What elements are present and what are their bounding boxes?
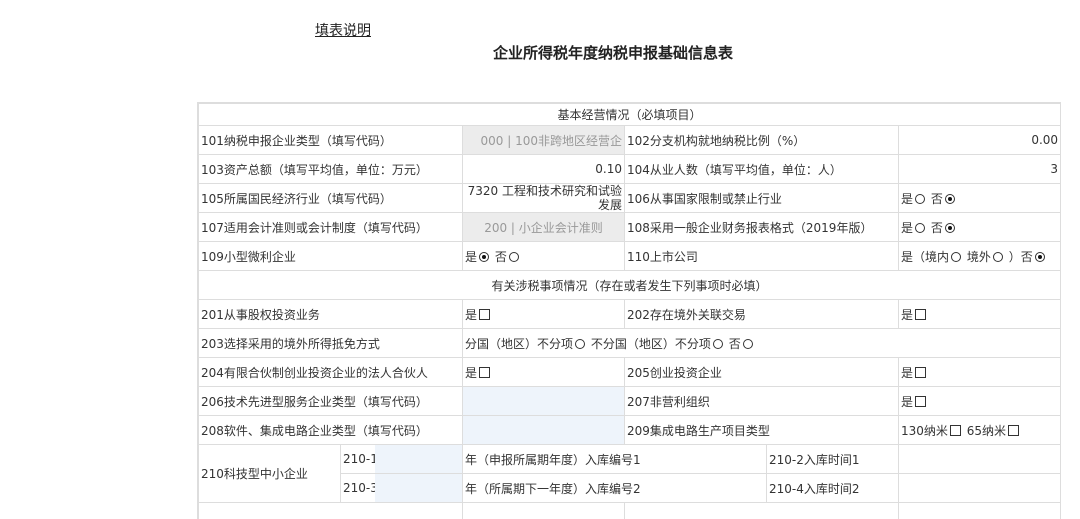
row102-label: 102分支机构就地纳税比例（%） [625,126,899,155]
row201-checkbox[interactable] [479,309,490,320]
row209-130nm-label: 130纳米 [901,424,948,438]
row108-no-label: 否 [931,221,943,235]
row210-4-label: 210-4入库时间2 [767,474,899,503]
row210-1-label: 210-1 [341,445,375,474]
row209-130nm-checkbox[interactable] [950,425,961,436]
row205-yes-label: 是 [901,366,913,380]
row106-label: 106从事国家限制或禁止行业 [625,184,899,213]
row110-domestic-radio[interactable] [951,252,961,262]
row210-1-desc: 年（申报所属期年度）入库编号1 [463,445,767,474]
row209-options: 130纳米 65纳米 [899,416,1061,445]
row110-options: 是（境内 境外 ）否 [899,242,1061,271]
row203-options: 分国（地区）不分项 不分国（地区）不分项 否 [463,329,1061,358]
row202-checkbox[interactable] [915,309,926,320]
row210-2-label: 210-2入库时间1 [767,445,899,474]
row110-domestic-label: 是（境内 [901,250,949,264]
row206-input[interactable] [463,387,625,416]
row201-options: 是 [463,300,625,329]
row109-yes-radio[interactable] [479,252,489,262]
row106-options: 是 否 [899,184,1061,213]
row109-label: 109小型微利企业 [199,242,463,271]
row208-label: 208软件、集成电路企业类型（填写代码） [199,416,463,445]
row209-label: 209集成电路生产项目类型 [625,416,899,445]
row108-label: 108采用一般企业财务报表格式（2019年版） [625,213,899,242]
section-tax-header: 有关涉税事项情况（存在或者发生下列事项时必填） [199,271,1061,300]
row209-65nm-checkbox[interactable] [1008,425,1019,436]
page: 填表说明 企业所得税年度纳税申报基础信息表 基本经营情况（必填项目） 101纳税… [0,0,1080,518]
row204-checkbox[interactable] [479,367,490,378]
row205-label: 205创业投资企业 [625,358,899,387]
row205-checkbox[interactable] [915,367,926,378]
row206-label: 206技术先进型服务企业类型（填写代码） [199,387,463,416]
row202-yes-label: 是 [901,308,913,322]
section-basic-header: 基本经营情况（必填项目） [199,104,1061,126]
row110-label: 110上市公司 [625,242,899,271]
row108-options: 是 否 [899,213,1061,242]
row105-label: 105所属国民经济行业（填写代码） [199,184,463,213]
form-title: 企业所得税年度纳税申报基础信息表 [0,42,1080,63]
row203-opt1-radio[interactable] [575,339,585,349]
row109-options: 是 否 [463,242,625,271]
row101-select[interactable]: 000 | 100非跨地区经营企 [463,126,625,155]
row109-yes-label: 是 [465,250,477,264]
row210-2-input[interactable] [899,445,1061,474]
row110-no-radio[interactable] [1035,252,1045,262]
row209-65nm-label: 65纳米 [967,424,1006,438]
row210-3-label: 210-3 [341,474,375,503]
row207-label: 207非营利组织 [625,387,899,416]
row202-label: 202存在境外关联交易 [625,300,899,329]
row203-no-radio[interactable] [743,339,753,349]
row105-select[interactable]: 7320 工程和技术研究和试验发展 [463,184,625,213]
row106-no-label: 否 [931,192,943,206]
row207-yes-label: 是 [901,395,913,409]
row203-opt2-label: 不分国（地区）不分项 [591,337,711,351]
row202-options: 是 [899,300,1061,329]
row104-input[interactable]: 3 [899,155,1061,184]
row108-yes-label: 是 [901,221,913,235]
row210-label: 210科技型中小企业 [199,445,341,503]
row104-label: 104从业人数（填写平均值，单位：人） [625,155,899,184]
row204-yes-label: 是 [465,366,477,380]
row108-no-radio[interactable] [945,223,955,233]
row203-opt2-radio[interactable] [713,339,723,349]
row106-yes-label: 是 [901,192,913,206]
row201-yes-label: 是 [465,308,477,322]
row108-yes-radio[interactable] [915,223,925,233]
row204-label: 204有限合伙制创业投资企业的法人合伙人 [199,358,463,387]
row107-select[interactable]: 200 | 小企业会计准则 [463,213,625,242]
row-next-value2 [899,503,1061,519]
row109-no-radio[interactable] [509,252,519,262]
row210-1-year-input[interactable] [375,445,463,474]
row207-checkbox[interactable] [915,396,926,407]
row-next-value [463,503,625,519]
row203-opt1-label: 分国（地区）不分项 [465,337,573,351]
row203-no-label: 否 [729,337,741,351]
row-next-label2 [625,503,899,519]
form-table-frame: 基本经营情况（必填项目） 101纳税申报企业类型（填写代码） 000 | 100… [197,102,1061,519]
row110-overseas-label: 境外 [967,250,991,264]
row106-yes-radio[interactable] [915,194,925,204]
row103-input[interactable]: 0.10 [463,155,625,184]
row204-options: 是 [463,358,625,387]
row109-no-label: 否 [495,250,507,264]
row107-label: 107适用会计准则或会计制度（填写代码） [199,213,463,242]
row-next-label [199,503,463,519]
row210-3-desc: 年（所属期下一年度）入库编号2 [463,474,767,503]
row207-options: 是 [899,387,1061,416]
row201-label: 201从事股权投资业务 [199,300,463,329]
row208-input[interactable] [463,416,625,445]
row103-label: 103资产总额（填写平均值，单位：万元） [199,155,463,184]
row210-4-input[interactable] [899,474,1061,503]
row110-no-label: ）否 [1009,250,1033,264]
row210-3-year-input[interactable] [375,474,463,503]
row101-label: 101纳税申报企业类型（填写代码） [199,126,463,155]
basic-info-table: 基本经营情况（必填项目） 101纳税申报企业类型（填写代码） 000 | 100… [198,103,1061,519]
row203-label: 203选择采用的境外所得抵免方式 [199,329,463,358]
row205-options: 是 [899,358,1061,387]
row106-no-radio[interactable] [945,194,955,204]
row110-overseas-radio[interactable] [993,252,1003,262]
instructions-link[interactable]: 填表说明 [315,20,371,40]
row102-input[interactable]: 0.00 [899,126,1061,155]
